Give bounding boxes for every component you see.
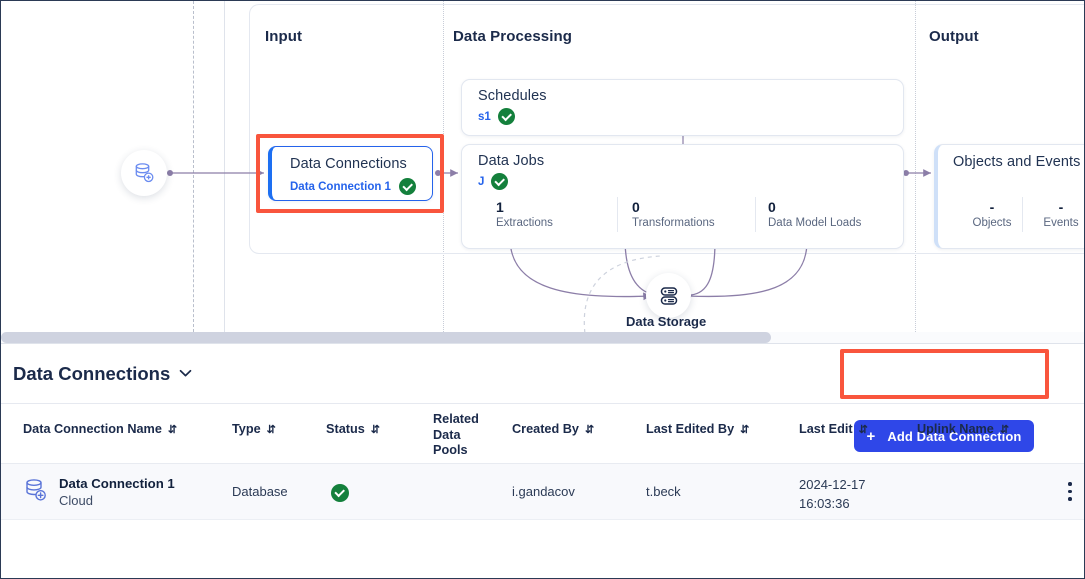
cell-last-edited-by: t.beck <box>646 484 681 499</box>
stat-events-value: - <box>1058 199 1064 215</box>
objects-and-events-node[interactable]: Objects and Events - Objects - Events <box>934 144 1084 249</box>
sort-icon[interactable]: ⇵ <box>371 423 380 439</box>
stat-transformations-label: Transformations <box>632 217 715 229</box>
sort-icon[interactable]: ⇵ <box>859 423 868 439</box>
sort-icon[interactable]: ⇵ <box>168 423 177 439</box>
cell-created-by: i.gandacov <box>512 484 575 499</box>
panel-header: Data Connections <box>1 344 1084 404</box>
stat-objects[interactable]: - Objects <box>968 199 1016 231</box>
stat-events[interactable]: - Events <box>1037 199 1084 231</box>
sort-icon[interactable]: ⇵ <box>585 423 594 439</box>
cell-last-edit: 2024-12-17 16:03:36 <box>799 475 866 513</box>
data-jobs-node-title: Data Jobs <box>478 153 545 169</box>
stat-divider <box>755 197 756 232</box>
kebab-menu-icon[interactable] <box>1068 482 1072 505</box>
cell-status <box>331 484 349 502</box>
data-connections-node-title: Data Connections <box>290 156 407 172</box>
status-ok-icon <box>398 178 416 195</box>
stat-transformations[interactable]: 0 Transformations <box>632 199 715 231</box>
cell-name-primary: Data Connection 1 <box>59 476 175 491</box>
data-connections-table: Data Connection Name ⇵ Type ⇵ Status ⇵ Rela… <box>1 404 1084 520</box>
stat-objects-label: Objects <box>972 217 1012 229</box>
stat-divider <box>617 197 618 232</box>
stat-data-model-loads[interactable]: 0 Data Model Loads <box>768 199 861 231</box>
database-plus-icon <box>26 479 46 501</box>
data-jobs-node[interactable]: Data Jobs J 1 Extractions 0 Transformati… <box>461 144 904 249</box>
schedules-item-label[interactable]: s1 <box>478 111 491 123</box>
data-storage-icon <box>660 286 677 305</box>
horizontal-scrollbar-thumb[interactable] <box>1 332 771 343</box>
column-header-uplink-name[interactable]: Uplink Name ⇵ <box>917 422 1009 439</box>
sort-icon[interactable]: ⇵ <box>267 423 276 439</box>
data-jobs-item-label[interactable]: J <box>478 176 484 188</box>
status-ok-icon <box>491 173 509 190</box>
app-window: Input Data Processing Output Data Connec… <box>0 0 1085 579</box>
sort-icon[interactable]: ⇵ <box>1000 423 1009 439</box>
stat-extractions[interactable]: 1 Extractions <box>496 199 553 231</box>
cell-last-edit-time: 16:03:36 <box>799 496 850 511</box>
data-connections-node[interactable]: Data Connections Data Connection 1 <box>268 146 433 201</box>
column-header-related-data-pools[interactable]: Related Data Pools <box>433 412 491 459</box>
stat-transformations-value: 0 <box>632 199 640 215</box>
column-header-status[interactable]: Status ⇵ <box>326 422 380 439</box>
schedules-node-title: Schedules <box>478 88 547 104</box>
column-header-created-by[interactable]: Created By ⇵ <box>512 422 594 439</box>
stat-extractions-label: Extractions <box>496 217 553 229</box>
data-connections-item-label[interactable]: Data Connection 1 <box>290 181 391 193</box>
chevron-down-icon[interactable] <box>179 367 192 380</box>
row-database-icon <box>23 477 49 510</box>
column-header-data-connection-name[interactable]: Data Connection Name ⇵ <box>23 422 177 439</box>
data-connections-panel: Data Connections + Add Data Connection D… <box>1 343 1084 578</box>
cell-last-edit-date: 2024-12-17 <box>799 477 866 492</box>
cell-name-secondary: Cloud <box>59 493 93 508</box>
source-database-icon-badge[interactable] <box>121 150 167 196</box>
database-plus-icon <box>135 163 154 183</box>
table-header-row: Data Connection Name ⇵ Type ⇵ Status ⇵ Rela… <box>1 404 1084 464</box>
column-header-type[interactable]: Type ⇵ <box>232 422 276 439</box>
table-row[interactable]: Data Connection 1 Cloud Database i.ganda… <box>1 464 1084 520</box>
schedules-node[interactable]: Schedules s1 <box>461 79 904 136</box>
cell-type: Database <box>232 484 288 499</box>
cell-data-connection-name: Data Connection 1 Cloud <box>59 475 175 509</box>
status-ok-icon <box>331 484 349 502</box>
process-diagram-canvas[interactable]: Input Data Processing Output Data Connec… <box>1 1 1084 332</box>
data-storage-label: Data Storage <box>626 314 707 329</box>
column-header-last-edit[interactable]: Last Edit ⇵ <box>799 422 868 439</box>
panel-title: Data Connections <box>13 362 171 384</box>
column-header-last-edited-by[interactable]: Last Edited By ⇵ <box>646 422 749 439</box>
stat-events-label: Events <box>1043 217 1079 229</box>
sort-icon[interactable]: ⇵ <box>740 423 749 439</box>
stat-objects-value: - <box>989 199 995 215</box>
objects-and-events-node-title: Objects and Events <box>953 154 1081 170</box>
stat-data-model-loads-label: Data Model Loads <box>768 217 862 229</box>
horizontal-scrollbar[interactable] <box>1 332 1084 343</box>
stat-divider <box>1022 197 1023 232</box>
stat-extractions-value: 1 <box>496 199 504 215</box>
status-ok-icon <box>497 108 515 125</box>
data-storage-icon-badge[interactable] <box>646 273 691 318</box>
stat-data-model-loads-value: 0 <box>768 199 776 215</box>
